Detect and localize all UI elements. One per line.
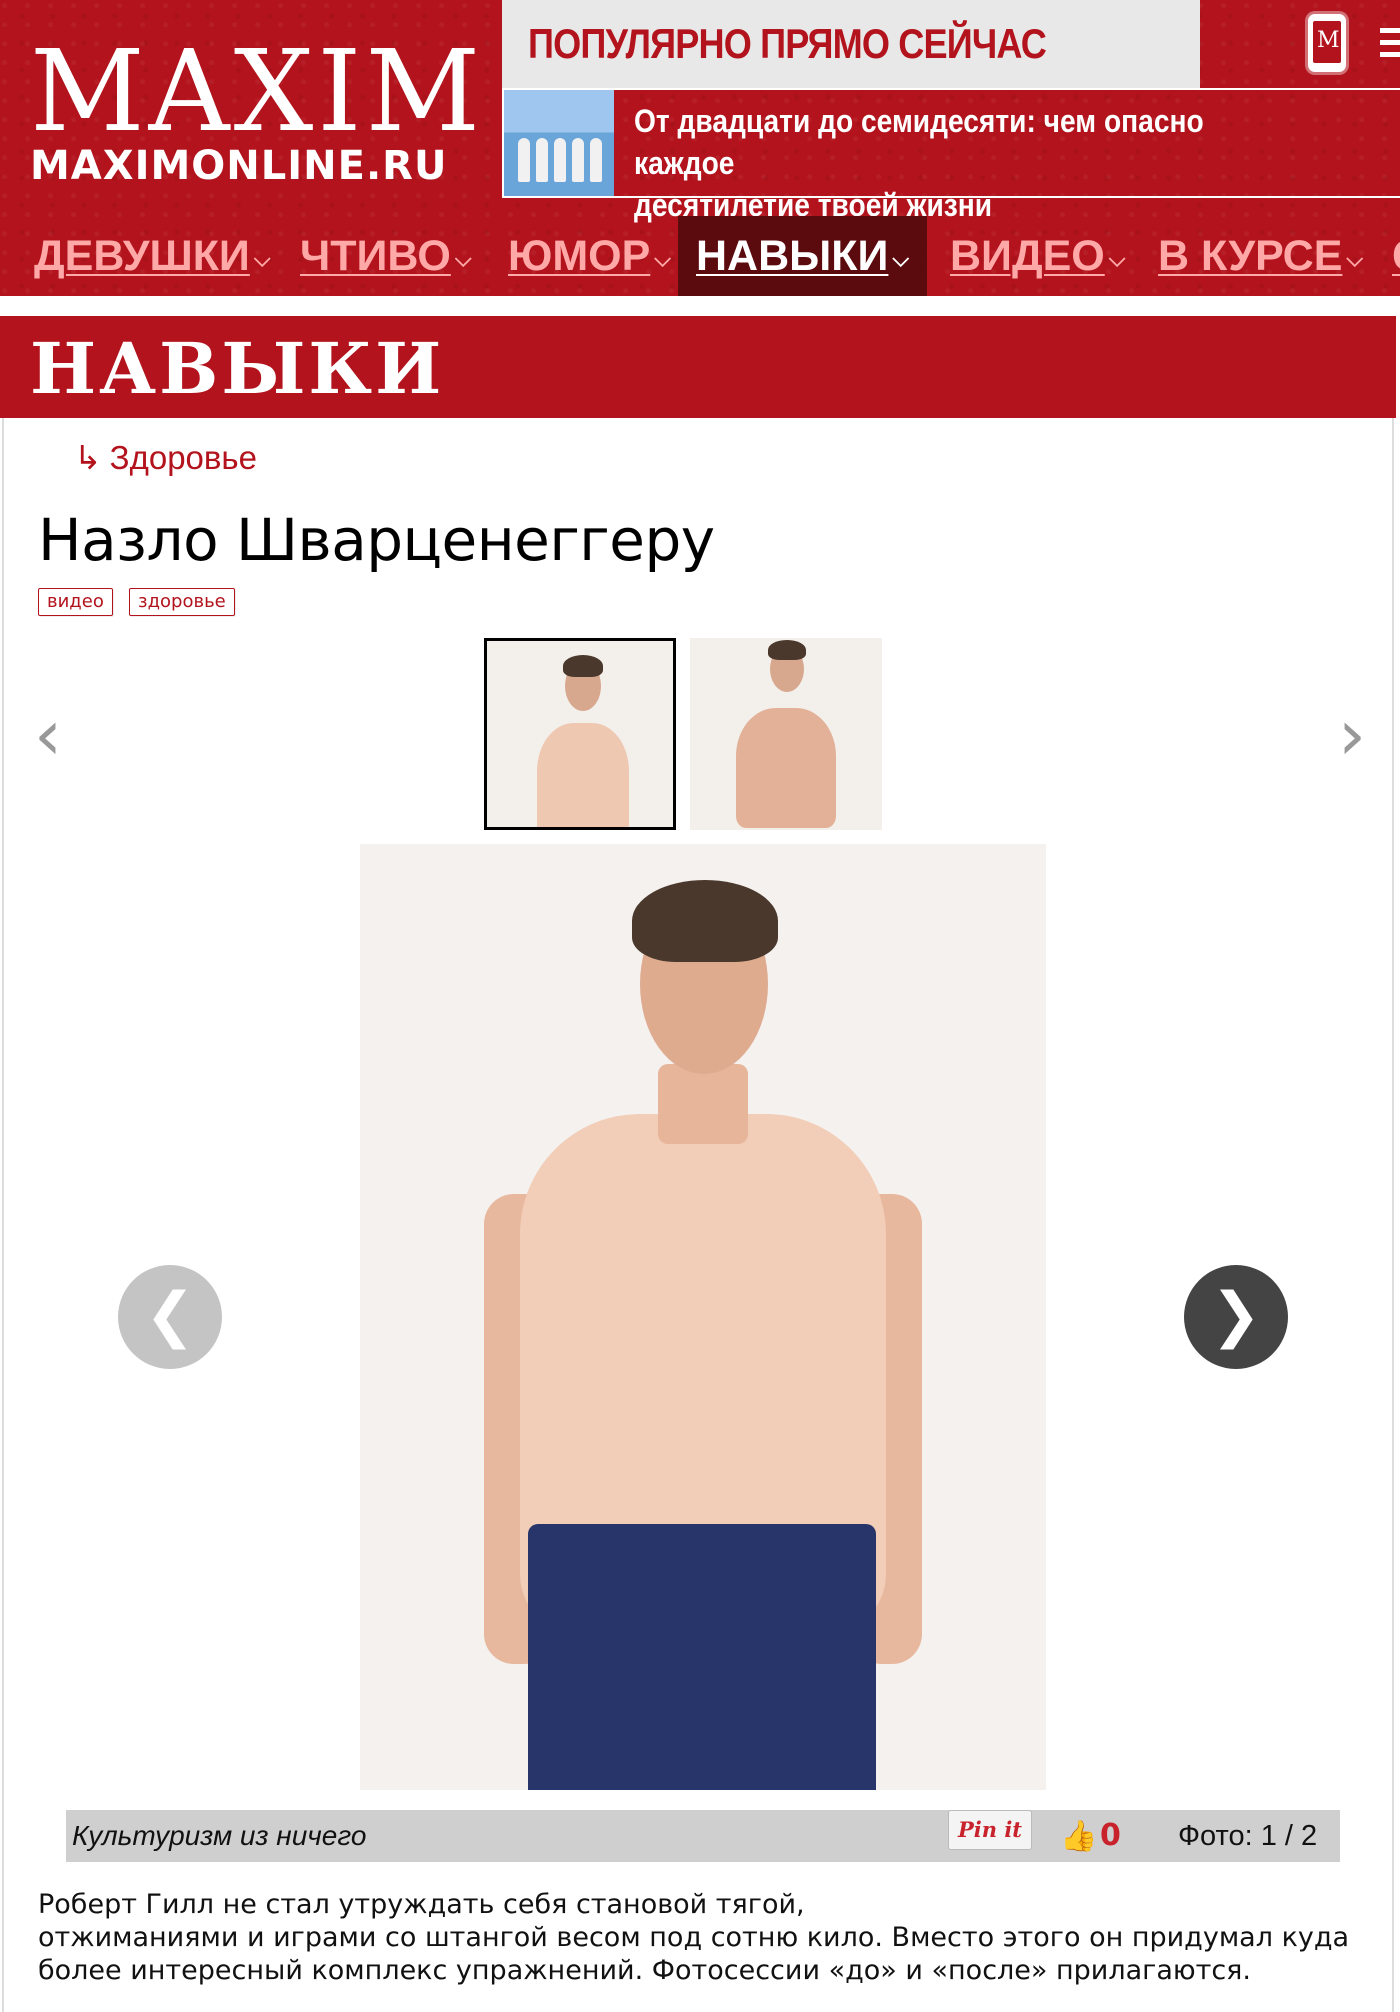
gallery-main-photo: [360, 844, 1046, 1790]
nav-item-chtivo[interactable]: ЧТИВО ⌵: [300, 216, 472, 296]
chevron-down-icon: ⌵: [253, 245, 271, 271]
nav-item-devushki[interactable]: ДЕВУШКИ ⌵: [34, 216, 271, 296]
chevron-down-icon: ⌵: [454, 245, 472, 271]
menu-icon[interactable]: [1380, 28, 1400, 68]
popular-now-panel: ПОПУЛЯРНО ПРЯМО СЕЙЧАС: [502, 0, 1200, 88]
popular-story-thumbnail: [504, 90, 614, 196]
logo-wordmark: MAXIM: [30, 27, 485, 157]
site-header: MAXIM MAXIMONLINE.RU ПОПУЛЯРНО ПРЯМО СЕЙ…: [0, 0, 1400, 296]
photo-prev-button[interactable]: ❮: [118, 1265, 222, 1369]
section-banner: НАВЫКИ: [0, 316, 1396, 418]
mobile-app-icon[interactable]: M: [1308, 14, 1346, 72]
photo-next-button[interactable]: ❯: [1184, 1265, 1288, 1369]
breadcrumb[interactable]: ↳ Здоровье: [74, 438, 257, 477]
main-navigation: ДЕВУШКИ ⌵ ЧТИВО ⌵ ЮМОР ⌵ НАВЫКИ ⌵ ВИДЕО ⌵ В К…: [0, 216, 1400, 296]
like-count: 0: [1100, 1818, 1121, 1853]
chevron-down-icon: ⌵: [654, 245, 671, 271]
section-title: НАВЫКИ: [30, 327, 445, 410]
chevron-down-icon: ⌵: [1346, 245, 1364, 271]
photo-counter: Фото: 1 / 2: [1178, 1820, 1318, 1852]
breadcrumb-arrow-icon: ↳: [74, 439, 102, 476]
gallery-next-arrow-icon[interactable]: ›: [1338, 700, 1366, 770]
tag-video[interactable]: видео: [38, 588, 113, 616]
nav-item-navyki[interactable]: НАВЫКИ ⌵: [678, 216, 928, 296]
gallery-prev-arrow-icon[interactable]: ‹: [34, 700, 62, 770]
article-title: Назло Шварценеггеру: [38, 506, 715, 574]
mobile-icon-letter: M: [1317, 28, 1340, 53]
gallery-thumbnail-after[interactable]: [690, 638, 882, 830]
tag-health[interactable]: здоровье: [129, 588, 235, 616]
popular-story-headline: От двадцати до семидесяти: чем опасно ка…: [634, 103, 1204, 223]
logo-domain: MAXIMONLINE.RU: [30, 143, 448, 189]
gallery-caption-bar: Культуризм из ничего Pin it 👍 0 Фото: 1 …: [66, 1810, 1340, 1862]
photo-caption: Культуризм из ничего: [72, 1820, 367, 1851]
chevron-down-icon: ⌵: [892, 245, 910, 271]
article-lead: Роберт Гилл не стал утруждать себя стано…: [38, 1889, 1350, 1986]
nav-item-more[interactable]: С: [1392, 216, 1400, 296]
nav-item-video[interactable]: ВИДЕО ⌵: [950, 216, 1125, 296]
gallery-thumbnail-before[interactable]: [484, 638, 676, 830]
popular-story-link[interactable]: От двадцати до семидесяти: чем опасно ка…: [502, 88, 1400, 223]
chevron-down-icon: ⌵: [1108, 245, 1126, 271]
breadcrumb-label: Здоровье: [109, 439, 257, 476]
thumbs-up-icon[interactable]: 👍: [1060, 1820, 1097, 1854]
nav-item-yumor[interactable]: ЮМОР ⌵: [508, 216, 671, 296]
site-logo[interactable]: MAXIM MAXIMONLINE.RU: [30, 27, 485, 189]
pinterest-pin-button[interactable]: Pin it: [948, 1810, 1032, 1850]
nav-item-v-kurse[interactable]: В КУРСЕ ⌵: [1158, 216, 1363, 296]
popular-now-title: ПОПУЛЯРНО ПРЯМО СЕЙЧАС: [528, 20, 1047, 67]
